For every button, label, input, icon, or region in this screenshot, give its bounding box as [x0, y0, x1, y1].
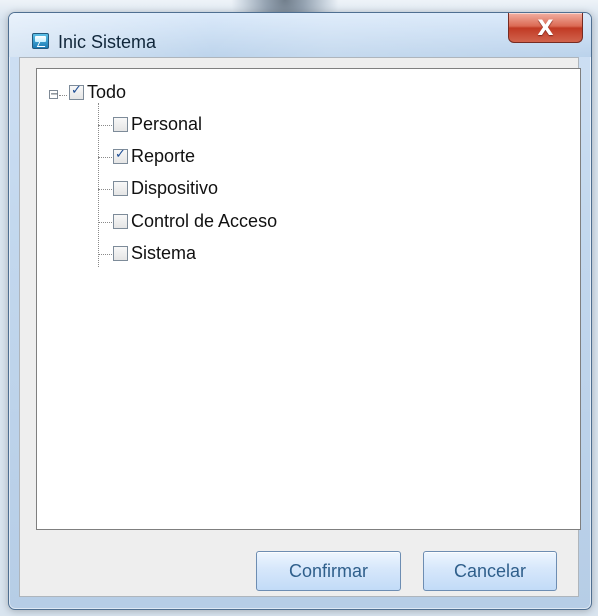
app-window-icon	[32, 33, 49, 49]
todo-label: Todo	[87, 82, 127, 102]
tree-branch-connector	[98, 157, 112, 158]
window-title: Inic Sistema	[58, 32, 157, 52]
todo-checkbox[interactable]	[69, 83, 84, 100]
tree-branch-connector	[98, 222, 112, 223]
tree-branch-connector	[98, 189, 112, 190]
personal-checkbox[interactable]	[113, 117, 128, 132]
tree-branch-connector	[98, 254, 112, 255]
dispositivo-label: Dispositivo	[131, 178, 219, 198]
close-icon: X	[537, 16, 554, 40]
reporte-checkbox[interactable]	[113, 147, 128, 164]
close-button[interactable]: X	[508, 13, 583, 43]
cancel-button[interactable]: Cancelar	[423, 551, 557, 591]
reporte-label: Reporte	[131, 146, 196, 166]
tree-branch-connector	[98, 125, 112, 126]
tree-vertical-connector	[98, 103, 99, 267]
control-de-acceso-label: Control de Acceso	[131, 211, 278, 231]
sistema-label: Sistema	[131, 243, 197, 263]
sistema-checkbox[interactable]	[113, 246, 128, 261]
dispositivo-checkbox[interactable]	[113, 181, 128, 196]
permissions-tree-panel: − Todo Personal Reporte Dispositivo Cont…	[36, 68, 581, 530]
control-de-acceso-checkbox[interactable]	[113, 214, 128, 229]
tree-collapse-icon[interactable]: −	[49, 90, 58, 100]
personal-label: Personal	[131, 114, 203, 134]
tree-root-connector	[59, 95, 67, 96]
init-system-dialog: Inic Sistema X − Todo Personal Reporte D…	[8, 12, 592, 610]
confirm-button[interactable]: Confirmar	[256, 551, 401, 591]
